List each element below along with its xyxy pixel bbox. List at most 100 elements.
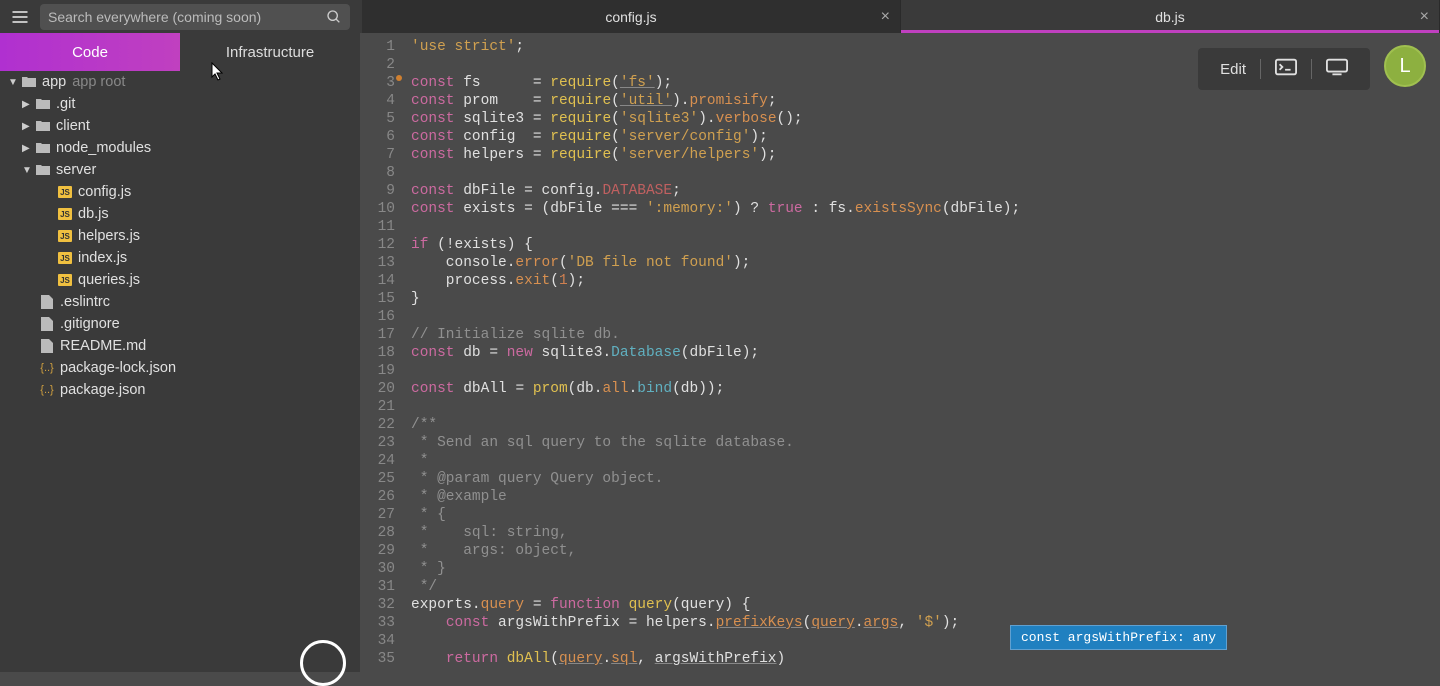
code-area[interactable]: 'use strict';const fs = require('fs');co…: [405, 33, 1440, 672]
code-line: * args: object,: [411, 542, 1440, 560]
line-number: 27: [360, 506, 395, 524]
code-line: const dbFile = config.DATABASE;: [411, 182, 1440, 200]
code-line: const prom = require('util').promisify;: [411, 92, 1440, 110]
code-line: const exists = (dbFile === ':memory:') ?…: [411, 200, 1440, 218]
view-tab-infrastructure[interactable]: Infrastructure: [180, 33, 360, 71]
tree-label: README.md: [60, 338, 146, 354]
search-input[interactable]: [48, 9, 326, 25]
line-number: 4: [360, 92, 395, 110]
line-number: 1: [360, 38, 395, 56]
menu-button[interactable]: [0, 0, 40, 33]
code-line: * {: [411, 506, 1440, 524]
view-tab-code[interactable]: Code: [0, 33, 180, 71]
folder-icon: [34, 96, 52, 112]
file-icon: [38, 294, 56, 310]
tree-label: config.js: [78, 184, 131, 200]
code-line: *: [411, 452, 1440, 470]
folder-icon: [34, 162, 52, 178]
line-number: 7: [360, 146, 395, 164]
code-line: * @param query Query object.: [411, 470, 1440, 488]
line-number: 18: [360, 344, 395, 362]
folder-icon: [20, 74, 38, 90]
line-number: 5: [360, 110, 395, 128]
code-line: }: [411, 290, 1440, 308]
tree-folder-node-modules[interactable]: ▶ node_modules: [0, 137, 360, 159]
line-number: 26: [360, 488, 395, 506]
chat-bubble-icon[interactable]: [300, 640, 346, 686]
line-number: 15: [360, 290, 395, 308]
tree-label: .git: [56, 96, 75, 112]
line-number: 13: [360, 254, 395, 272]
tree-file-package-json[interactable]: {..} package.json: [0, 379, 360, 401]
folder-icon: [34, 140, 52, 156]
line-number: 17: [360, 326, 395, 344]
tree-label: db.js: [78, 206, 109, 222]
close-icon[interactable]: ×: [881, 8, 890, 26]
line-number: 19: [360, 362, 395, 380]
line-number: 3: [360, 74, 395, 92]
tree-file-helpers-js[interactable]: JS helpers.js: [0, 225, 360, 247]
line-number: 8: [360, 164, 395, 182]
tree-label: server: [56, 162, 96, 178]
tree-file-db-js[interactable]: JS db.js: [0, 203, 360, 225]
line-number: 21: [360, 398, 395, 416]
close-icon[interactable]: ×: [1420, 8, 1429, 26]
code-line: /**: [411, 416, 1440, 434]
line-number: 10: [360, 200, 395, 218]
tree-file-package-lock[interactable]: {..} package-lock.json: [0, 357, 360, 379]
display-button[interactable]: [1316, 54, 1358, 84]
search-box[interactable]: [40, 4, 350, 30]
json-icon: {..}: [38, 382, 56, 398]
avatar-letter: L: [1399, 55, 1410, 78]
code-line: process.exit(1);: [411, 272, 1440, 290]
editor-toolbar: Edit: [1198, 48, 1370, 90]
edit-button[interactable]: Edit: [1210, 57, 1256, 82]
line-number: 24: [360, 452, 395, 470]
terminal-icon: [1275, 58, 1297, 76]
code-line: if (!exists) {: [411, 236, 1440, 254]
code-editor[interactable]: 1234567891011121314151617181920212223242…: [360, 33, 1440, 672]
tree-label: node_modules: [56, 140, 151, 156]
line-number: 35: [360, 650, 395, 668]
code-line: const sqlite3 = require('sqlite3').verbo…: [411, 110, 1440, 128]
code-line: * }: [411, 560, 1440, 578]
hover-tooltip: const argsWithPrefix: any: [1010, 625, 1227, 650]
line-number: 30: [360, 560, 395, 578]
js-icon: JS: [58, 274, 72, 286]
tree-folder-client[interactable]: ▶ client: [0, 115, 360, 137]
line-number: 32: [360, 596, 395, 614]
tree-file-queries-js[interactable]: JS queries.js: [0, 269, 360, 291]
tree-label: package-lock.json: [60, 360, 176, 376]
json-icon: {..}: [38, 360, 56, 376]
tree-file-index-js[interactable]: JS index.js: [0, 247, 360, 269]
code-line: const db = new sqlite3.Database(dbFile);: [411, 344, 1440, 362]
tab-config-js[interactable]: config.js ×: [362, 0, 901, 33]
line-number: 34: [360, 632, 395, 650]
tree-folder-git[interactable]: ▶ .git: [0, 93, 360, 115]
tree-file-gitignore[interactable]: .gitignore: [0, 313, 360, 335]
tree-file-readme[interactable]: README.md: [0, 335, 360, 357]
line-number: 11: [360, 218, 395, 236]
monitor-icon: [1326, 58, 1348, 76]
code-line: */: [411, 578, 1440, 596]
hamburger-icon: [10, 7, 30, 27]
tab-label: db.js: [1155, 9, 1185, 25]
tree-folder-server[interactable]: ▼ server: [0, 159, 360, 181]
line-number: 22: [360, 416, 395, 434]
terminal-button[interactable]: [1265, 54, 1307, 84]
file-tree: ▼ app app root ▶ .git ▶ client ▶ node_mo…: [0, 71, 360, 672]
line-number: 28: [360, 524, 395, 542]
line-gutter: 1234567891011121314151617181920212223242…: [360, 33, 405, 672]
code-line: exports.query = function query(query) {: [411, 596, 1440, 614]
tab-db-js[interactable]: db.js ×: [901, 0, 1440, 33]
avatar[interactable]: L: [1384, 45, 1426, 87]
code-line: console.error('DB file not found');: [411, 254, 1440, 272]
tree-label: queries.js: [78, 272, 140, 288]
folder-icon: [34, 118, 52, 134]
file-icon: [38, 316, 56, 332]
search-icon: [326, 9, 342, 25]
gutter-marker: [396, 75, 402, 81]
tree-file-eslintrc[interactable]: .eslintrc: [0, 291, 360, 313]
tree-root[interactable]: ▼ app app root: [0, 71, 360, 93]
tree-file-config-js[interactable]: JS config.js: [0, 181, 360, 203]
